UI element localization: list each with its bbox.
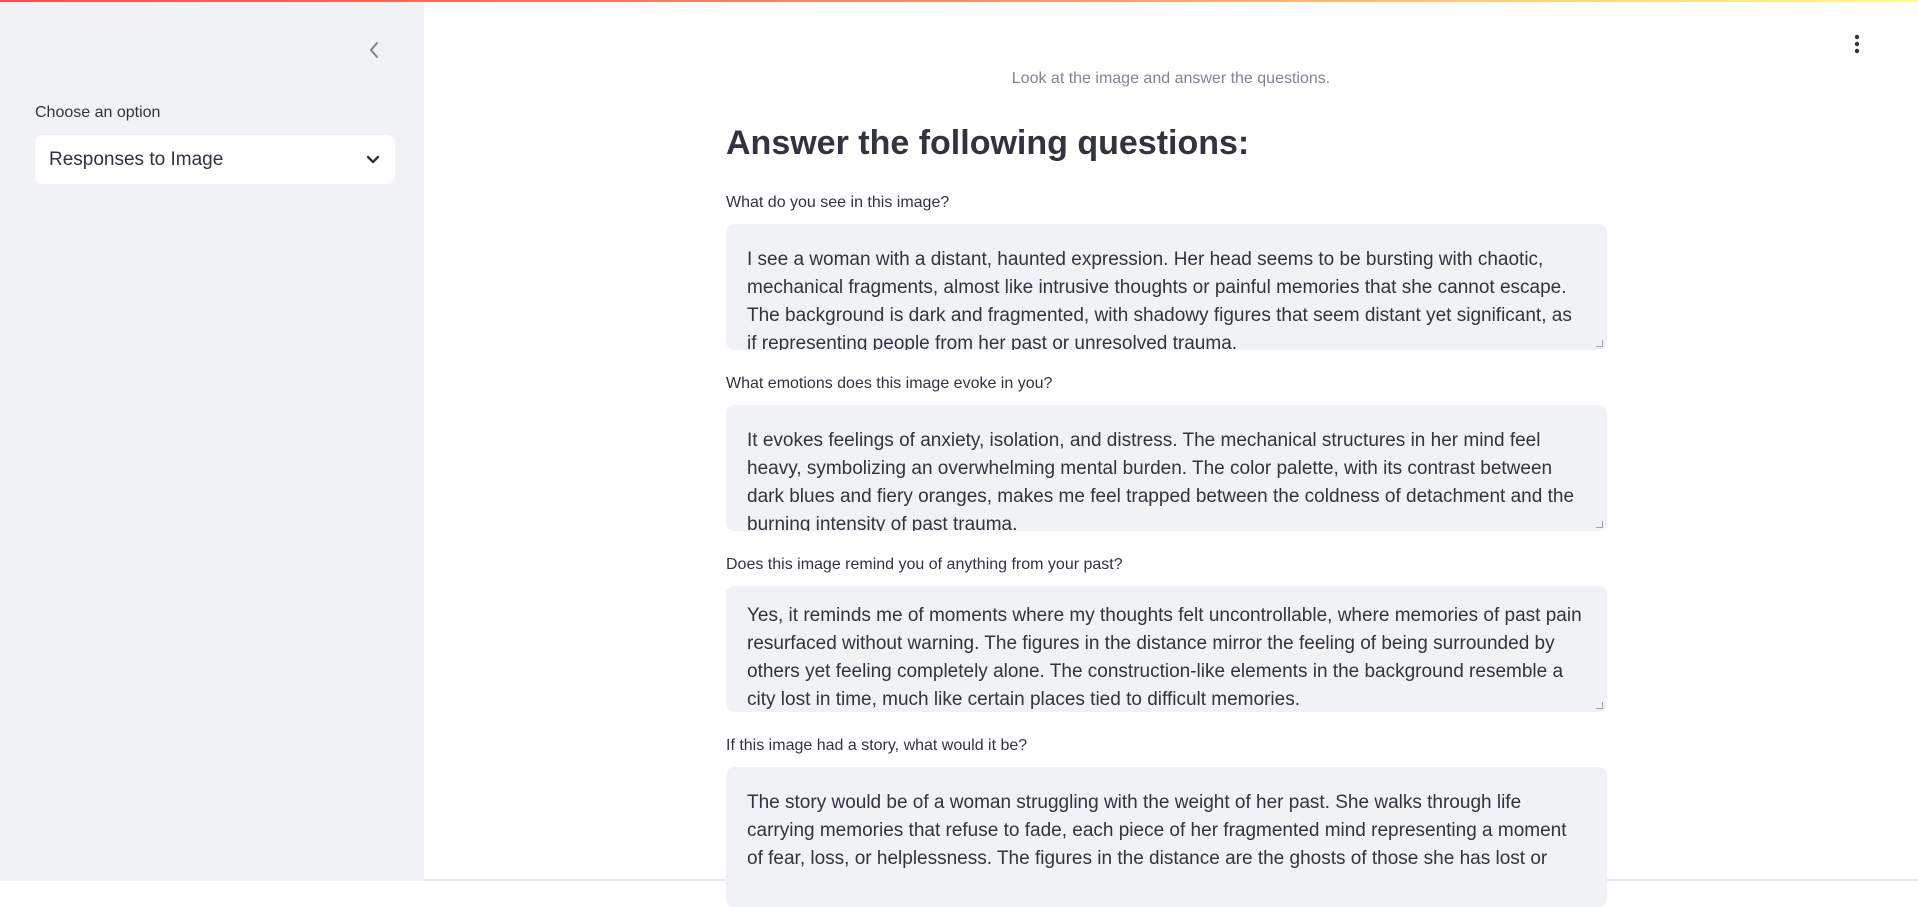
resize-handle[interactable]	[1596, 521, 1603, 528]
answer-text: Yes, it reminds me of moments where my t…	[747, 605, 1582, 710]
chevron-left-icon	[370, 42, 378, 58]
question-label: Does this image remind you of anything f…	[726, 556, 1123, 573]
answer-textarea[interactable]: Yes, it reminds me of moments where my t…	[726, 586, 1607, 712]
answer-textarea[interactable]: The story would be of a woman struggling…	[726, 767, 1607, 907]
page-title: Answer the following questions:	[726, 124, 1250, 162]
resize-handle[interactable]	[1596, 702, 1603, 709]
select-value: Responses to Image	[49, 148, 224, 170]
question-label: What emotions does this image evoke in y…	[726, 375, 1053, 392]
vertical-dots-icon	[1854, 34, 1860, 54]
answer-text: I see a woman with a distant, haunted ex…	[747, 249, 1572, 350]
chevron-down-icon	[366, 155, 380, 163]
collapse-sidebar-button[interactable]	[360, 36, 388, 64]
page-caption: Look at the image and answer the questio…	[1011, 70, 1331, 87]
answer-text: The story would be of a woman struggling…	[747, 792, 1567, 869]
select-label: Choose an option	[35, 104, 161, 121]
question-label: If this image had a story, what would it…	[726, 737, 1028, 754]
answer-textarea[interactable]: It evokes feelings of anxiety, isolation…	[726, 405, 1607, 531]
question-label: What do you see in this image?	[726, 194, 950, 211]
option-select[interactable]: Responses to Image	[35, 135, 395, 184]
resize-handle[interactable]	[1596, 340, 1603, 347]
sidebar: Choose an option Responses to Image	[0, 2, 424, 881]
answer-textarea[interactable]: I see a woman with a distant, haunted ex…	[726, 224, 1607, 350]
main-menu-button[interactable]	[1846, 30, 1868, 58]
answer-text: It evokes feelings of anxiety, isolation…	[747, 430, 1575, 531]
